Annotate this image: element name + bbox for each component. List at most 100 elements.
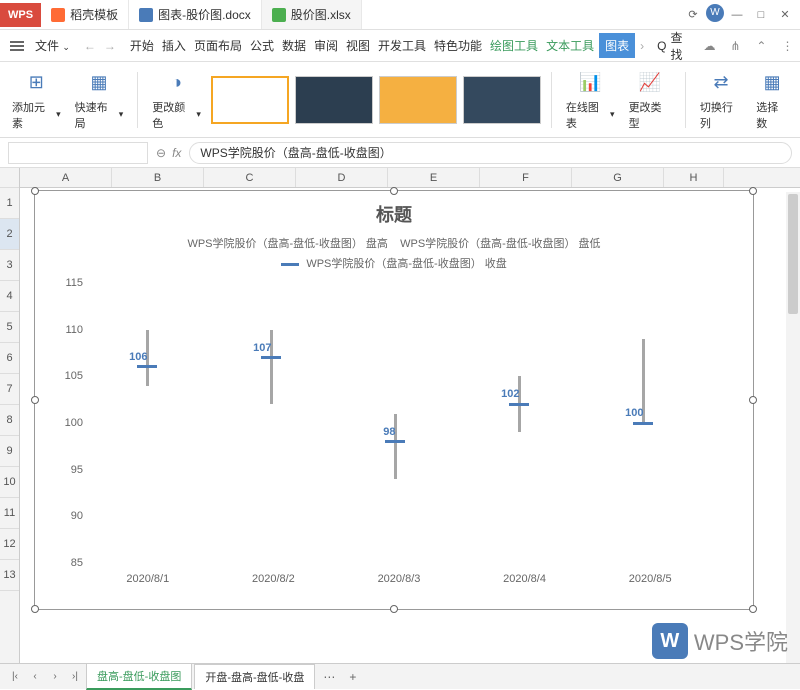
chart-style-3[interactable]	[379, 76, 457, 124]
chart-title[interactable]: 标题	[35, 191, 753, 233]
resize-handle[interactable]	[390, 605, 398, 613]
resize-handle[interactable]	[749, 396, 757, 404]
row-header[interactable]: 12	[0, 529, 19, 560]
more-icon[interactable]: ⋮	[778, 37, 796, 55]
resize-handle[interactable]	[390, 187, 398, 195]
tab-templates[interactable]: 稻壳模板	[41, 0, 129, 29]
menu-home[interactable]: 开始	[127, 33, 157, 58]
col-headers: A B C D E F G H	[20, 168, 800, 188]
y-axis: 115 110 105 100 95 90 85	[55, 283, 83, 563]
menu-review[interactable]: 审阅	[311, 33, 341, 58]
sheet-nav-last[interactable]: ›|	[66, 668, 84, 686]
quick-layout-button[interactable]: ▦ 快速布局▾	[71, 69, 128, 131]
hlc-bar[interactable]: 102	[518, 376, 521, 432]
menu-chart-tools[interactable]: 图表	[599, 33, 635, 58]
resize-handle[interactable]	[31, 396, 39, 404]
chart-style-1[interactable]	[211, 76, 289, 124]
col-header[interactable]: C	[204, 168, 296, 187]
chart-plot-area[interactable]: 115 110 105 100 95 90 85 10610798102100 …	[85, 283, 713, 563]
menu-drawing-tools[interactable]: 绘图工具	[487, 33, 541, 58]
maximize-button[interactable]: □	[750, 4, 772, 26]
minimize-button[interactable]: —	[726, 4, 748, 26]
chart-style-4[interactable]	[463, 76, 541, 124]
share-icon[interactable]: ⋔	[726, 37, 744, 55]
menu-formula[interactable]: 公式	[247, 33, 277, 58]
row-header[interactable]: 13	[0, 560, 19, 591]
row-header[interactable]: 8	[0, 405, 19, 436]
row-header[interactable]: 11	[0, 498, 19, 529]
undo-nav[interactable]: ←	[81, 39, 99, 53]
menu-view[interactable]: 视图	[343, 33, 373, 58]
chart-legend-close[interactable]: WPS学院股价（盘高-盘低-收盘图） 收盘	[35, 253, 753, 273]
row-header[interactable]: 10	[0, 467, 19, 498]
redo-nav[interactable]: →	[101, 39, 119, 53]
tab-label: 稻壳模板	[70, 6, 118, 23]
change-colors-button[interactable]: ◑ 更改颜色▾	[148, 69, 205, 131]
zoom-out-icon[interactable]: ⊖	[156, 146, 166, 160]
row-header[interactable]: 5	[0, 312, 19, 343]
formula-input[interactable]: WPS学院股价（盘高-盘低-收盘图）	[189, 142, 792, 164]
hlc-bar[interactable]: 106	[146, 330, 149, 386]
row-header[interactable]: 4	[0, 281, 19, 312]
menu-features[interactable]: 特色功能	[431, 33, 485, 58]
wps-logo: WPS	[0, 3, 41, 27]
chevron-right-icon[interactable]: ›	[637, 39, 647, 53]
resize-handle[interactable]	[31, 605, 39, 613]
select-data-button[interactable]: ▦ 选择数	[752, 69, 792, 131]
wps-watermark-logo: W	[652, 623, 688, 659]
hlc-bar[interactable]: 107	[270, 330, 273, 405]
fx-icon[interactable]: fx	[172, 146, 181, 160]
switch-row-col-button[interactable]: ⇄ 切换行列	[696, 69, 746, 131]
col-header[interactable]: F	[480, 168, 572, 187]
name-box[interactable]	[8, 142, 148, 164]
user-avatar[interactable]: W	[706, 4, 724, 22]
chevron-up-icon[interactable]: ⌃	[752, 37, 770, 55]
col-header[interactable]: A	[20, 168, 112, 187]
file-menu[interactable]: 文件 ⌄	[32, 33, 73, 58]
menu-insert[interactable]: 插入	[159, 33, 189, 58]
row-header[interactable]: 1	[0, 188, 19, 219]
resize-handle[interactable]	[749, 187, 757, 195]
resize-handle[interactable]	[31, 187, 39, 195]
online-chart-button[interactable]: 📊 在线图表▾	[562, 69, 619, 131]
sheet-nav-first[interactable]: |‹	[6, 668, 24, 686]
chart-style-2[interactable]	[295, 76, 373, 124]
menu-toggle[interactable]	[4, 37, 30, 55]
row-header[interactable]: 7	[0, 374, 19, 405]
add-element-button[interactable]: ⊞ 添加元素▾	[8, 69, 65, 131]
row-header[interactable]: 2	[0, 219, 19, 250]
sync-icon[interactable]: ⟳	[682, 4, 704, 26]
scrollbar-thumb[interactable]	[788, 194, 798, 314]
cloud-icon[interactable]: ☁	[700, 37, 718, 55]
close-button[interactable]: ✕	[774, 4, 796, 26]
menu-dev-tools[interactable]: 开发工具	[375, 33, 429, 58]
col-header[interactable]: B	[112, 168, 204, 187]
row-header[interactable]: 9	[0, 436, 19, 467]
chart-legend[interactable]: WPS学院股价（盘高-盘低-收盘图） 盘高 WPS学院股价（盘高-盘低-收盘图）…	[35, 233, 753, 253]
menu-page-layout[interactable]: 页面布局	[191, 33, 245, 58]
hlc-bar[interactable]: 100	[642, 339, 645, 423]
row-header[interactable]: 6	[0, 343, 19, 374]
col-header[interactable]: H	[664, 168, 724, 187]
sheet-tab-active[interactable]: 盘高-盘低-收盘图	[86, 663, 192, 690]
resize-handle[interactable]	[749, 605, 757, 613]
sheet-more[interactable]: ⋯	[317, 670, 341, 684]
col-header[interactable]: D	[296, 168, 388, 187]
chart-object[interactable]: 标题 WPS学院股价（盘高-盘低-收盘图） 盘高 WPS学院股价（盘高-盘低-收…	[34, 190, 754, 610]
vertical-scrollbar[interactable]	[786, 192, 800, 663]
sheet-tab[interactable]: 开盘-盘高-盘低-收盘	[194, 664, 315, 689]
menu-data[interactable]: 数据	[279, 33, 309, 58]
row-header[interactable]: 3	[0, 250, 19, 281]
col-header[interactable]: G	[572, 168, 664, 187]
col-header[interactable]: E	[388, 168, 480, 187]
search-box[interactable]: Q 查找	[649, 27, 690, 65]
sheet-nav-prev[interactable]: ‹	[26, 668, 44, 686]
hlc-bar[interactable]: 98	[394, 414, 397, 479]
sheet-area: 1 2 3 4 5 6 7 8 9 10 11 12 13 A B C D E …	[0, 168, 800, 668]
tab-xlsx[interactable]: 股价图.xlsx	[262, 0, 362, 29]
sheet-add-button[interactable]: +	[343, 670, 362, 684]
sheet-nav-next[interactable]: ›	[46, 668, 64, 686]
tab-docx[interactable]: 图表-股价图.docx	[129, 0, 262, 29]
menu-text-tools[interactable]: 文本工具	[543, 33, 597, 58]
change-type-button[interactable]: 📈 更改类型	[625, 69, 675, 131]
